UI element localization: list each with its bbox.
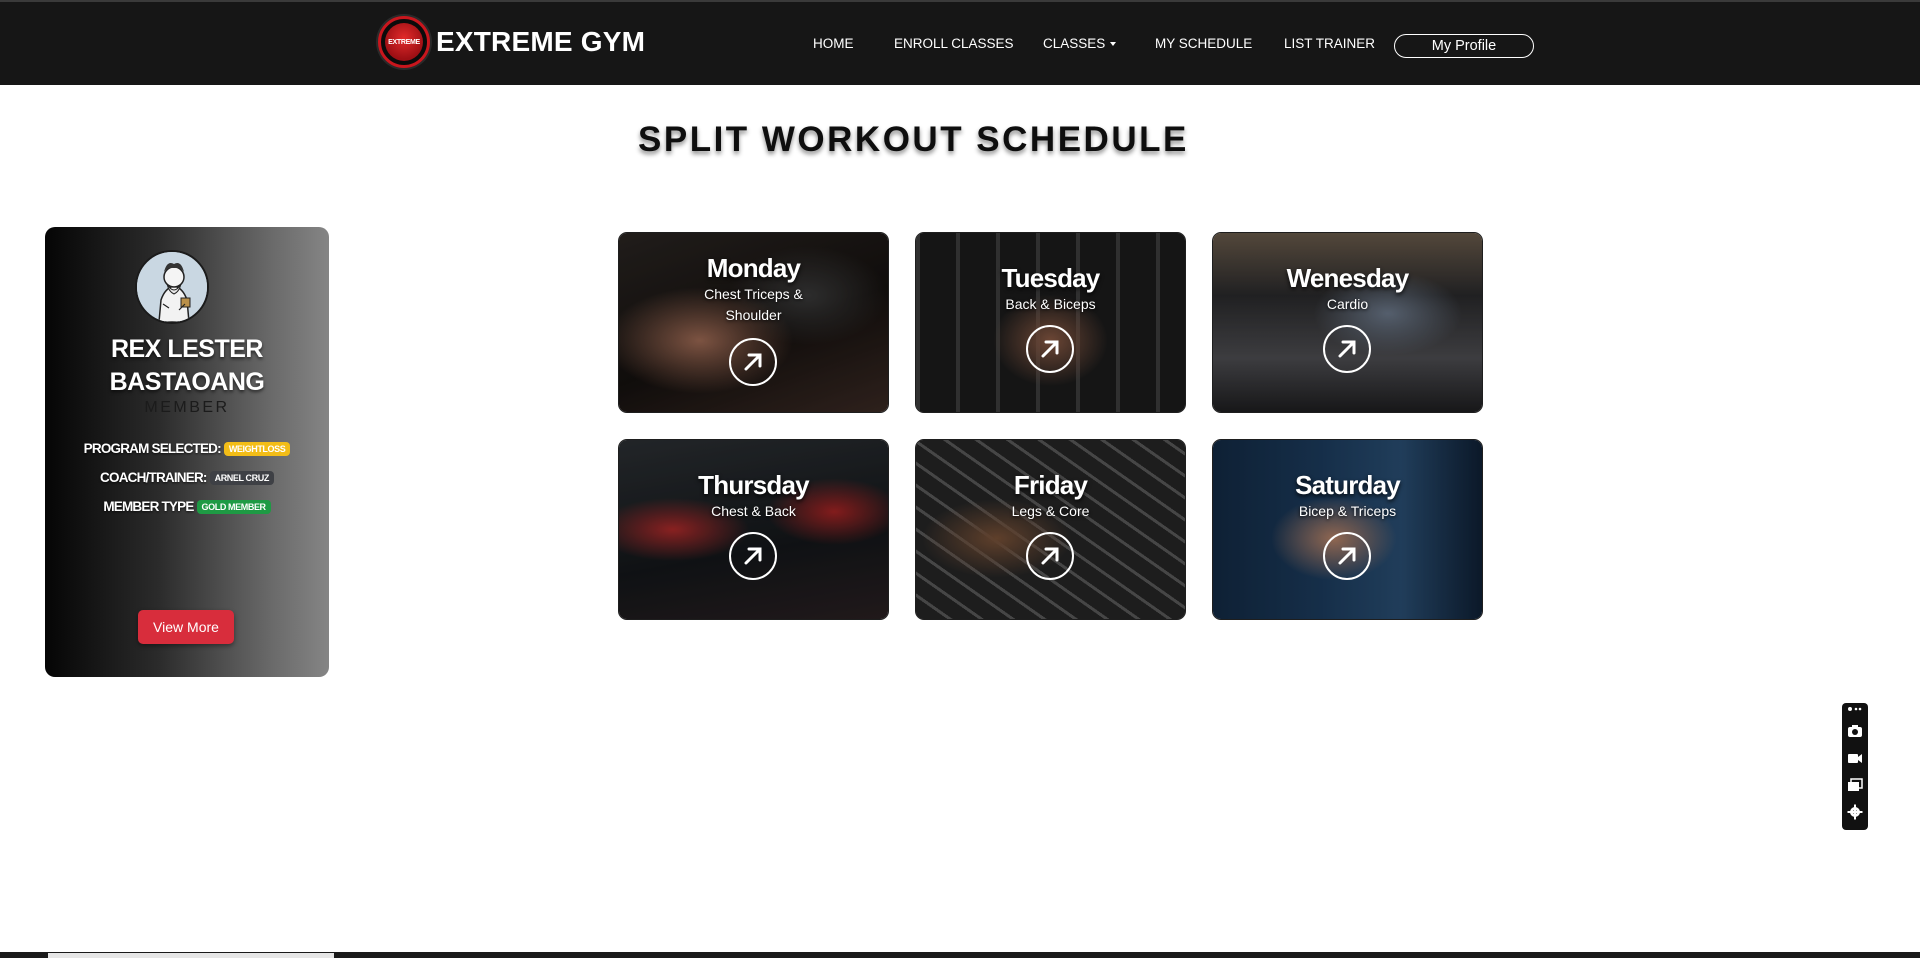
brand-name: EXTREME GYM: [436, 26, 646, 57]
nav-classes-label: CLASSES: [1043, 36, 1106, 51]
capture-toolbar: [1842, 703, 1868, 830]
day-text: Monday Chest Triceps & Shoulder: [619, 253, 888, 326]
day-focus: Chest & Back: [711, 503, 796, 519]
arrow-up-right-icon[interactable]: [729, 532, 777, 580]
day-text: Saturday Bicep & Triceps: [1213, 470, 1482, 522]
bottom-scrollbar-thumb[interactable]: [48, 953, 334, 958]
logo-emblem: EXTREME: [385, 23, 423, 61]
arrow-up-right-icon[interactable]: [729, 338, 777, 386]
my-profile-button[interactable]: My Profile: [1394, 34, 1534, 58]
workout-photo: [1213, 233, 1482, 412]
day-text: Thursday Chest & Back: [619, 470, 888, 522]
nav-list-trainer[interactable]: LIST TRAINER: [1284, 36, 1375, 51]
schedule-card-friday[interactable]: Friday Legs & Core: [915, 439, 1186, 620]
schedule-card-monday[interactable]: Monday Chest Triceps & Shoulder: [618, 232, 889, 413]
coach-row: COACH/TRAINER: ARNEL CRUZ: [45, 470, 329, 486]
schedule-card-tuesday[interactable]: Tuesday Back & Biceps: [915, 232, 1186, 413]
video-icon[interactable]: [1847, 750, 1863, 766]
arrow-up-right-icon[interactable]: [1323, 532, 1371, 580]
chevron-down-icon: [1110, 42, 1117, 47]
schedule-card-wednesday[interactable]: Wenesday Cardio: [1212, 232, 1483, 413]
day-focus: Back & Biceps: [1005, 296, 1096, 312]
schedule-card-thursday[interactable]: Thursday Chest & Back: [618, 439, 889, 620]
day-name: Thursday: [698, 470, 809, 500]
workout-photo: [916, 233, 1185, 412]
day-text: Friday Legs & Core: [916, 470, 1185, 522]
nav-enroll-classes[interactable]: ENROLL CLASSES: [894, 36, 1014, 51]
camera-icon[interactable]: [1847, 723, 1863, 739]
day-name: Saturday: [1295, 470, 1401, 500]
member-profile-card: REX LESTER BASTAOANG MEMBER PROGRAM SELE…: [45, 227, 329, 677]
day-text: Wenesday Cardio: [1213, 263, 1482, 315]
more-icon[interactable]: [1847, 705, 1863, 713]
arrow-up-right-icon[interactable]: [1026, 532, 1074, 580]
view-more-button[interactable]: View More: [138, 610, 234, 644]
day-name: Friday: [1013, 470, 1088, 500]
program-selected-row: PROGRAM SELECTED: WEIGHTLOSS: [45, 441, 329, 457]
day-name: Tuesday: [1001, 263, 1101, 293]
top-navbar: EXTREME EXTREME GYM HOME ENROLL CLASSES …: [0, 0, 1920, 85]
program-badge: WEIGHTLOSS: [223, 442, 291, 457]
program-selected-label: PROGRAM SELECTED:: [83, 441, 222, 456]
day-name: Monday: [706, 253, 801, 283]
brand[interactable]: EXTREME EXTREME GYM: [378, 16, 645, 68]
schedule-card-saturday[interactable]: Saturday Bicep & Triceps: [1212, 439, 1483, 620]
member-role: MEMBER: [144, 399, 230, 416]
day-text: Tuesday Back & Biceps: [916, 263, 1185, 315]
nav-classes-dropdown[interactable]: CLASSES: [1043, 36, 1117, 51]
nav-home[interactable]: HOME: [813, 36, 854, 51]
avatar: [135, 250, 209, 324]
arrow-up-right-icon[interactable]: [1323, 325, 1371, 373]
day-focus: Bicep & Triceps: [1298, 503, 1397, 519]
windows-icon[interactable]: [1847, 777, 1863, 793]
nav-my-schedule[interactable]: MY SCHEDULE: [1155, 36, 1252, 51]
coach-badge: ARNEL CRUZ: [209, 471, 274, 486]
workout-photo: [1213, 440, 1482, 619]
member-type-badge: GOLD MEMBER: [196, 500, 271, 515]
member-name: REX LESTER BASTAOANG: [109, 335, 265, 396]
day-focus: Legs & Core: [1011, 503, 1090, 519]
day-focus: Cardio: [1326, 296, 1369, 312]
arrow-up-right-icon[interactable]: [1026, 325, 1074, 373]
day-name: Wenesday: [1286, 263, 1410, 293]
coach-label: COACH/TRAINER:: [100, 470, 207, 485]
member-type-label: MEMBER TYPE: [103, 499, 194, 514]
gym-logo: EXTREME: [378, 16, 430, 68]
workout-photo: [916, 440, 1185, 619]
day-focus: Chest Triceps & Shoulder: [704, 286, 803, 323]
page-title: SPLIT WORKOUT SCHEDULE: [638, 120, 1189, 159]
gear-icon[interactable]: [1847, 804, 1863, 820]
workout-photo: [619, 440, 888, 619]
member-type-row: MEMBER TYPE GOLD MEMBER: [45, 499, 329, 515]
